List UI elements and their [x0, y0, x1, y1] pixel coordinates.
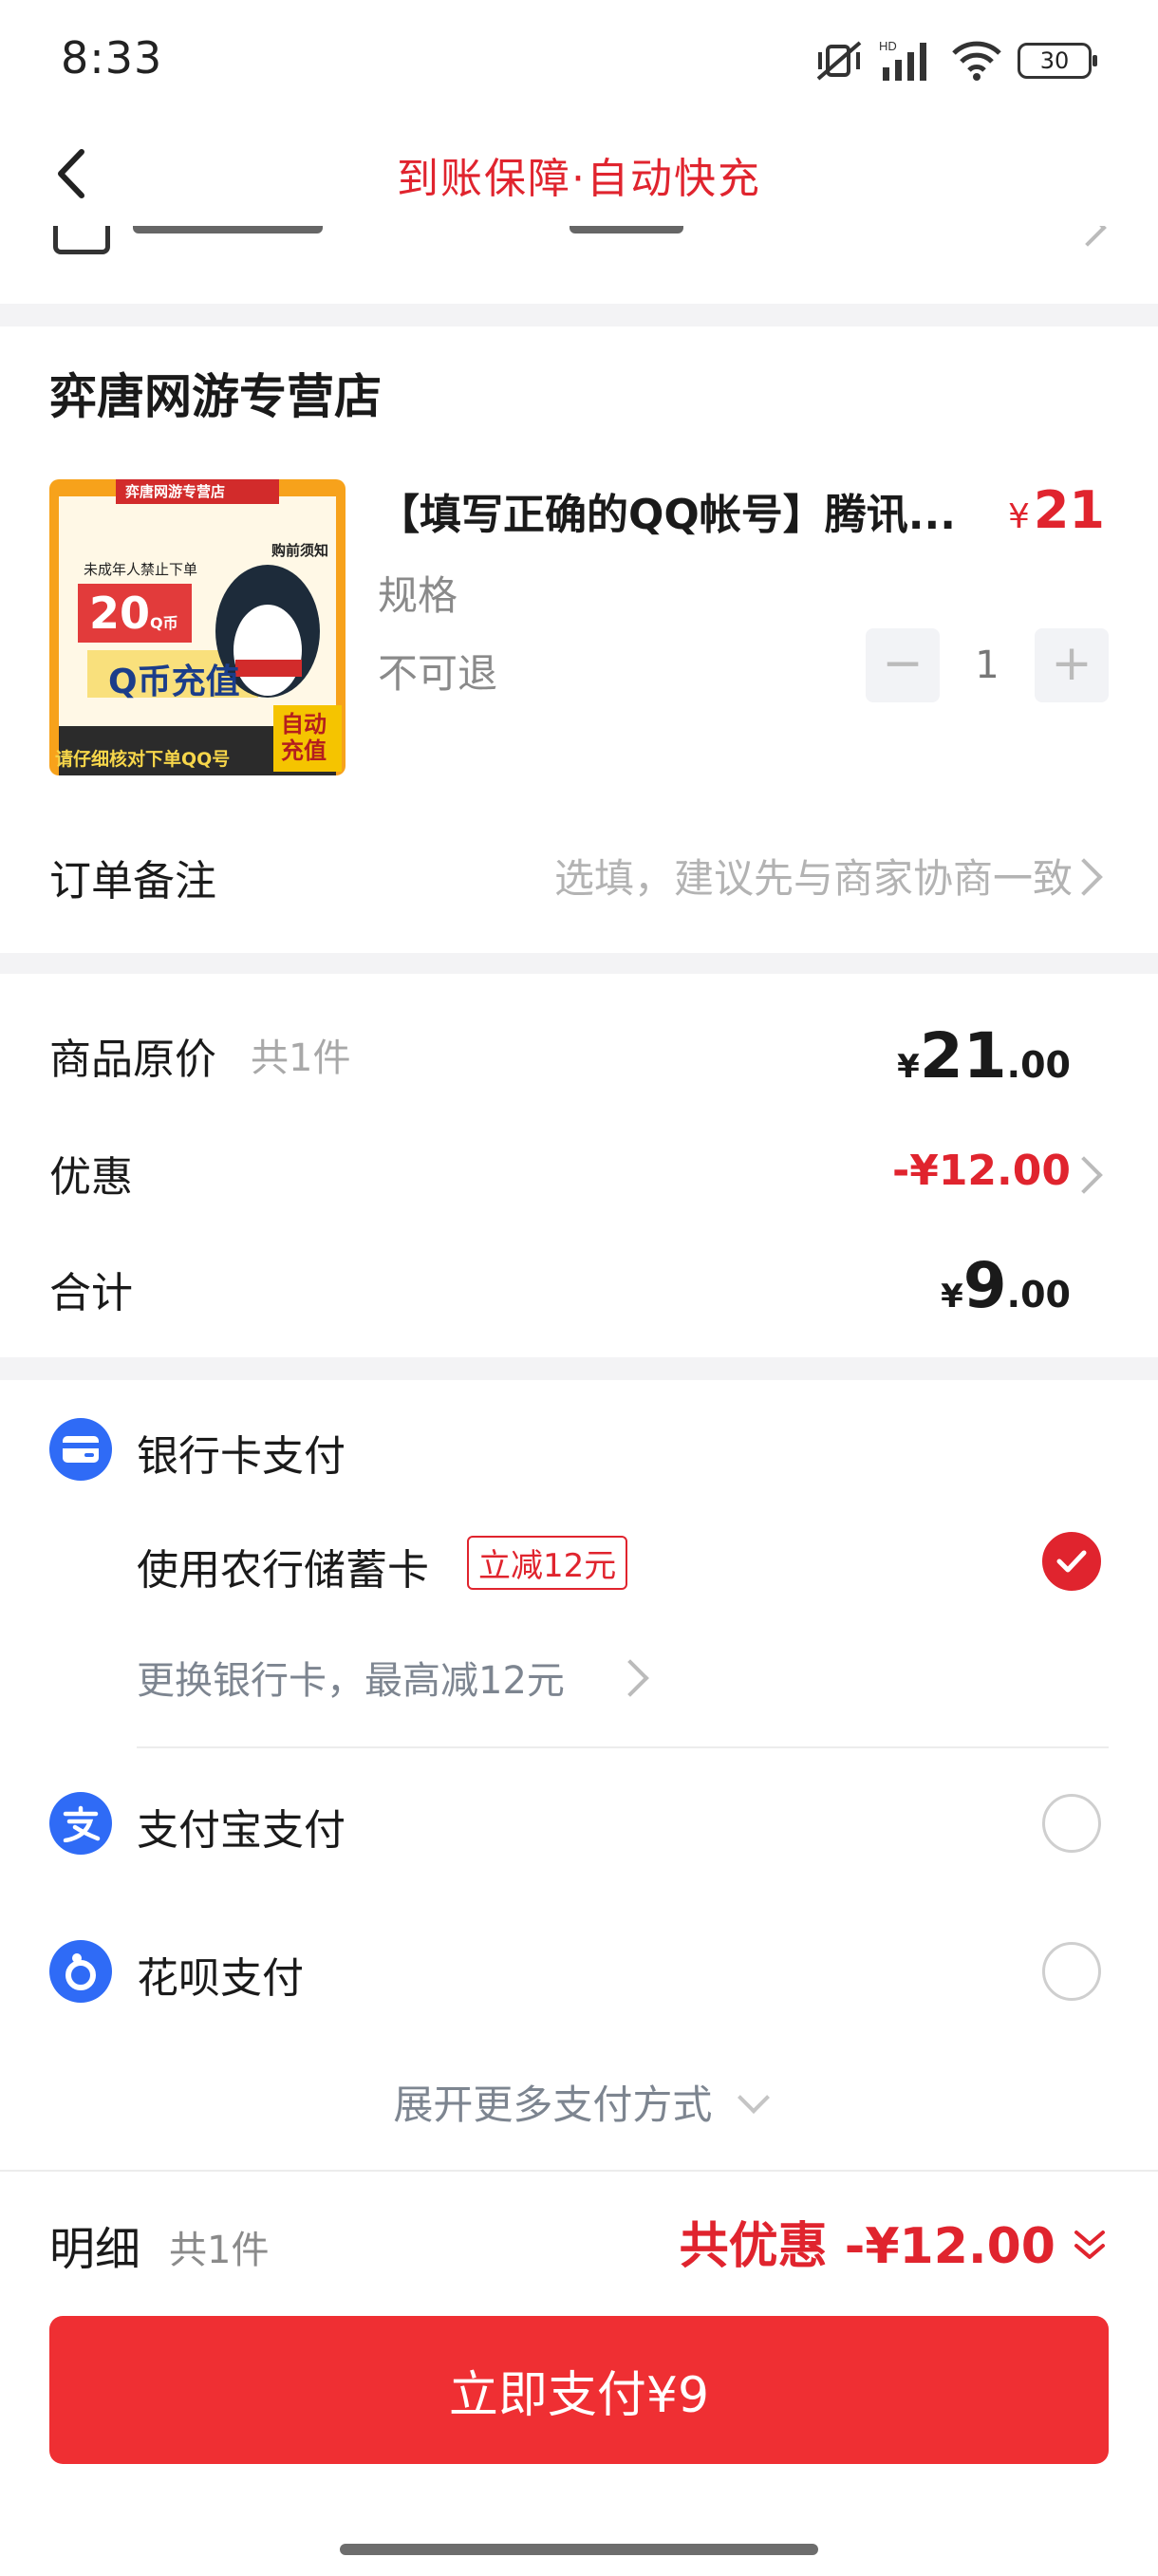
memo-placeholder[interactable]: 选填，建议先与商家协商一致	[554, 847, 1073, 905]
pay-now-button[interactable]: 立即支付¥9	[49, 2316, 1109, 2464]
product-price: ¥21	[1008, 480, 1105, 540]
alipay-label: 支付宝支付	[137, 1806, 346, 1855]
bank-card-icon	[49, 1418, 112, 1481]
discount-value[interactable]: -¥12.00	[892, 1147, 1071, 1195]
quantity-value[interactable]: 1	[940, 644, 1035, 687]
address-row[interactable]	[0, 226, 1158, 304]
original-price-label: 商品原价	[49, 1036, 216, 1084]
bank-discount-badge: 立减12元	[467, 1536, 628, 1590]
more-payment-label: 展开更多支付方式	[393, 2081, 713, 2128]
total-value: ¥9.00	[941, 1249, 1071, 1322]
alipay-radio[interactable]	[1042, 1794, 1101, 1853]
product-title[interactable]: 【填写正确的QQ帐号】腾讯...	[378, 480, 956, 541]
bank-card-name: 使用农行储蓄卡	[137, 1546, 429, 1595]
memo-label: 订单备注	[49, 857, 216, 905]
product-price-value: 21	[1033, 480, 1105, 540]
image-auto-text: 自动充值	[281, 711, 327, 764]
product-image[interactable]: 弈唐网游专营店 购前须知 未成年人禁止下单 20Q币 Q币充值 自动充值 请仔细…	[49, 479, 346, 775]
shop-name[interactable]: 弈唐网游专营店	[49, 359, 382, 427]
bank-card-radio-checked[interactable]	[1042, 1532, 1101, 1591]
huabei-label: 花呗支付	[137, 1954, 304, 2003]
battery-icon: 30	[1018, 43, 1097, 79]
mute-vibrate-icon	[816, 41, 862, 81]
image-coin-text: 20Q币	[89, 588, 178, 639]
page-title: 到账保障·自动快充	[397, 155, 761, 203]
image-store-text: 弈唐网游专营店	[125, 483, 226, 500]
wifi-icon	[952, 41, 1001, 81]
image-bottom-text: 请仔细核对下单QQ号	[55, 749, 231, 770]
quantity-stepper: − 1 +	[866, 628, 1109, 702]
product-spec-label: 规格	[378, 572, 458, 619]
double-chevron-down-icon	[1074, 2231, 1105, 2259]
total-label: 合计	[49, 1269, 133, 1317]
original-count: 共1件	[251, 1036, 351, 1080]
change-card-link[interactable]: 更换银行卡，最高减12元	[137, 1650, 565, 1705]
detail-count: 共1件	[169, 2229, 270, 2272]
discount-label: 优惠	[49, 1153, 133, 1202]
total-discount[interactable]: 共优惠 -¥12.00	[680, 2206, 1055, 2277]
status-icons: HD 30	[814, 36, 1097, 85]
battery-level: 30	[1039, 47, 1070, 74]
image-main-text: Q币充值	[108, 663, 240, 701]
refund-note: 不可退	[378, 650, 498, 697]
product-price-currency: ¥	[1007, 497, 1030, 536]
alipay-icon	[49, 1792, 112, 1855]
image-warn-text: 未成年人禁止下单	[84, 561, 198, 578]
chevron-down-icon	[737, 2081, 770, 2114]
bank-pay-label: 银行卡支付	[137, 1432, 346, 1481]
home-indicator[interactable]	[340, 2544, 818, 2555]
image-notice-text: 购前须知	[271, 542, 328, 559]
more-payment-methods[interactable]: 展开更多支付方式	[0, 2073, 1158, 2131]
decrease-quantity-button[interactable]: −	[866, 628, 940, 702]
svg-text:HD: HD	[879, 39, 897, 53]
divider	[137, 1746, 1109, 1748]
signal-icon: HD	[879, 39, 926, 81]
original-price-value: ¥21.00	[897, 1019, 1071, 1092]
status-time: 8:33	[61, 32, 163, 84]
checkmark-icon	[1056, 1550, 1087, 1573]
increase-quantity-button[interactable]: +	[1035, 628, 1109, 702]
huabei-radio[interactable]	[1042, 1942, 1101, 2001]
huabei-icon	[49, 1940, 112, 2003]
detail-label[interactable]: 明细	[49, 2212, 140, 2278]
